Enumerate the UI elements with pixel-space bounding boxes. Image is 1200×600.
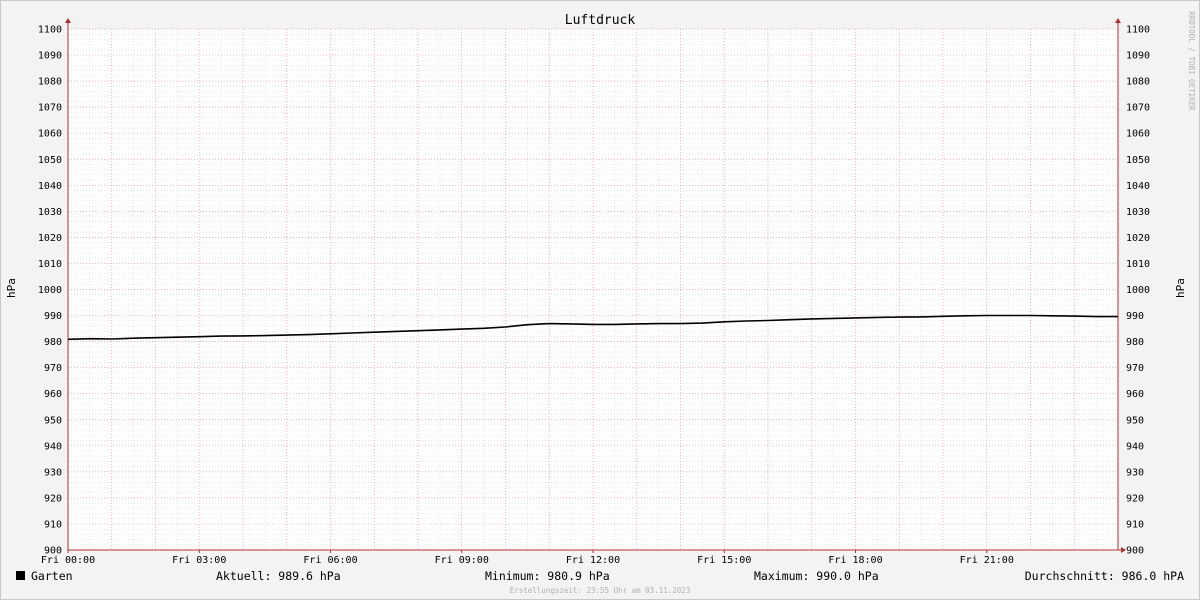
y-axis-label-left: hPa bbox=[5, 278, 18, 298]
y-tick-label-left: 930 bbox=[44, 467, 62, 478]
y-tick-label-right: 970 bbox=[1126, 363, 1144, 374]
y-tick-label-left: 1000 bbox=[38, 285, 62, 296]
x-tick-label: Fri 21:00 bbox=[960, 555, 1014, 566]
y-tick-label-right: 990 bbox=[1126, 311, 1144, 322]
y-tick-label-right: 1030 bbox=[1126, 207, 1150, 218]
x-ticks: Fri 00:00 Fri 03:00 Fri 06:00 Fri 09:00 Fri … bbox=[41, 550, 1014, 566]
stat-minimum: Minimum: 980.9 hPa bbox=[485, 569, 610, 583]
y-tick-label-right: 1050 bbox=[1126, 155, 1150, 166]
y-tick-label-left: 970 bbox=[44, 363, 62, 374]
watermark: RRDTOOL / TOBI OETIKER bbox=[1187, 11, 1196, 111]
y-tick-label-right: 910 bbox=[1126, 519, 1144, 530]
y-axis-label-right: hPa bbox=[1174, 278, 1187, 298]
x-tick-label: Fri 03:00 bbox=[172, 555, 226, 566]
y-tick-label-left: 940 bbox=[44, 441, 62, 452]
y-tick-label-right: 1100 bbox=[1126, 25, 1150, 36]
chart-frame: 900 910 920 930 940 950 960 970 980 990 1000 1010 10… bbox=[0, 0, 1200, 600]
y-tick-label-left: 1090 bbox=[38, 51, 62, 62]
stat-current: Aktuell: 989.6 hPa bbox=[216, 569, 341, 583]
y-tick-label-right: 950 bbox=[1126, 415, 1144, 426]
legend-label: Garten bbox=[31, 569, 73, 583]
y-tick-label-left: 1070 bbox=[38, 103, 62, 114]
y-tick-label-right: 1020 bbox=[1126, 233, 1150, 244]
y-tick-label-right: 1070 bbox=[1126, 103, 1150, 114]
stat-average: Durchschnitt: 986.0 hPA bbox=[1025, 569, 1184, 583]
y-tick-label-left: 1030 bbox=[38, 207, 62, 218]
y-tick-label-left: 960 bbox=[44, 389, 62, 400]
y-ticks-right: 900 910 920 930 940 950 960 970 980 990 1000 1010 10… bbox=[1126, 25, 1150, 557]
y-tick-label-left: 1080 bbox=[38, 77, 62, 88]
y-ticks-left: 9009109209309409509609709809901000101010… bbox=[38, 25, 62, 557]
y-tick-label-left: 910 bbox=[44, 519, 62, 530]
y-tick-label-left: 920 bbox=[44, 493, 62, 504]
x-tick-label: Fri 15:00 bbox=[697, 555, 751, 566]
y-tick-label-left: 950 bbox=[44, 415, 62, 426]
y-tick-label-left: 1040 bbox=[38, 181, 62, 192]
y-tick-label-right: 960 bbox=[1126, 389, 1144, 400]
y-tick-label-right: 1060 bbox=[1126, 129, 1150, 140]
y-tick-label-right: 920 bbox=[1126, 493, 1144, 504]
y-tick-label-right: 940 bbox=[1126, 441, 1144, 452]
x-tick-label: Fri 06:00 bbox=[303, 555, 357, 566]
chart-title: Luftdruck bbox=[565, 13, 636, 28]
y-tick-label-left: 1050 bbox=[38, 155, 62, 166]
y-tick-label-left: 990 bbox=[44, 311, 62, 322]
y-tick-label-left: 1100 bbox=[38, 25, 62, 36]
y-tick-label-left: 1010 bbox=[38, 259, 62, 270]
y-tick-label-right: 1000 bbox=[1126, 285, 1150, 296]
x-tick-label: Fri 12:00 bbox=[566, 555, 620, 566]
x-tick-label: Fri 09:00 bbox=[435, 555, 489, 566]
pressure-chart: 900 910 920 930 940 950 960 970 980 990 1000 1010 10… bbox=[5, 11, 1196, 595]
x-tick-label: Fri 00:00 bbox=[41, 555, 95, 566]
y-tick-label-right: 1010 bbox=[1126, 259, 1150, 270]
y-tick-label-left: 980 bbox=[44, 337, 62, 348]
y-tick-label-right: 980 bbox=[1126, 337, 1144, 348]
y-tick-label-right: 900 bbox=[1126, 546, 1144, 557]
y-tick-label-right: 1080 bbox=[1126, 77, 1150, 88]
y-tick-label-right: 1040 bbox=[1126, 181, 1150, 192]
creation-time: Erstellungszeit: 23:55 Uhr am 03.11.2023 bbox=[510, 586, 691, 595]
legend-swatch bbox=[16, 571, 25, 580]
y-tick-label-left: 1020 bbox=[38, 233, 62, 244]
y-axis-arrow-left bbox=[65, 18, 71, 23]
x-tick-label: Fri 18:00 bbox=[828, 555, 882, 566]
y-axis-arrow-right bbox=[1115, 18, 1121, 23]
stat-maximum: Maximum: 990.0 hPa bbox=[754, 569, 879, 583]
y-tick-label-right: 1090 bbox=[1126, 51, 1150, 62]
y-tick-label-right: 930 bbox=[1126, 467, 1144, 478]
y-tick-label-left: 1060 bbox=[38, 129, 62, 140]
